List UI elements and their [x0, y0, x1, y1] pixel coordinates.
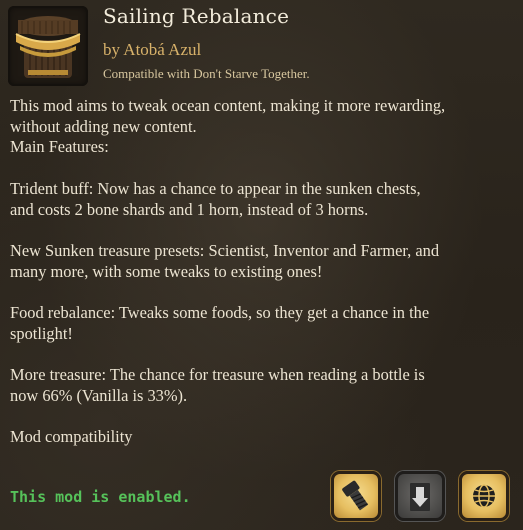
- mod-title: Sailing Rebalance: [103, 4, 290, 28]
- description-line: Mod compatibility: [10, 427, 133, 447]
- description-line: without adding new content.: [10, 116, 197, 136]
- mod-author: by Atobá Azul: [103, 40, 202, 59]
- mod-status-text: This mod is enabled.: [10, 488, 191, 506]
- mod-details-panel: Sailing Rebalance by Atobá Azul Compatib…: [0, 0, 523, 530]
- description-line: and costs 2 bone shards and 1 horn, inst…: [10, 199, 369, 219]
- description-line: New Sunken treasure presets: Scientist, …: [10, 240, 440, 260]
- description-line: many more, with some tweaks to existing …: [10, 261, 323, 281]
- mod-thumbnail: [8, 6, 88, 86]
- description-line: Food rebalance: Tweaks some foods, so th…: [10, 302, 430, 322]
- description-line: Main Features:: [10, 137, 109, 157]
- description-line: This mod aims to tweak ocean content, ma…: [10, 96, 446, 115]
- description-line: Trident buff: Now has a chance to appear…: [10, 178, 421, 198]
- mod-compatibility-note: Compatible with Don't Starve Together.: [103, 66, 310, 81]
- description-line: More treasure: The chance for treasure w…: [10, 365, 425, 385]
- globe-icon: [473, 484, 495, 508]
- description-line: now 66% (Vanilla is 33%).: [10, 385, 188, 405]
- mod-description: This mod aims to tweak ocean content, ma…: [10, 96, 515, 448]
- configure-mod-button[interactable]: [331, 471, 381, 521]
- update-mod-button[interactable]: [395, 471, 445, 521]
- download-arrow-icon: [410, 483, 430, 511]
- treasure-chest-icon: [15, 16, 81, 78]
- wrench-bolt-icon: [342, 480, 369, 511]
- workshop-page-button[interactable]: [459, 471, 509, 521]
- description-line: spotlight!: [10, 323, 73, 343]
